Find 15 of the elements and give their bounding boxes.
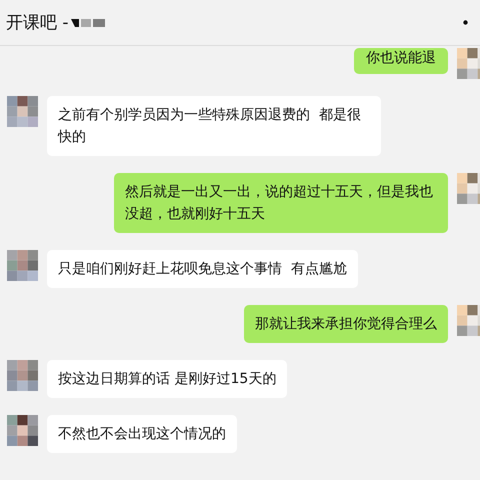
avatar-icon[interactable]: [7, 415, 38, 446]
message-bubble: 然后就是一出又一出，说的超过十五天，但是我也没超，也就刚好十五天: [114, 173, 448, 233]
blurred-name-icon: [70, 18, 105, 27]
chat-title: 开课吧 -: [6, 12, 69, 34]
message-bubble: 按这边日期算的话 是刚好过15天的: [47, 360, 288, 398]
message-bubble: 只是咱们刚好赶上花呗免息这个事情 有点尴尬: [47, 250, 358, 288]
avatar-icon[interactable]: [457, 305, 480, 336]
menu-icon[interactable]: [463, 20, 468, 25]
message-bubble: 你也说能退: [354, 48, 448, 74]
message-bubble: 之前有个别学员因为一些特殊原因退费的 都是很快的: [47, 96, 381, 156]
avatar-icon[interactable]: [457, 48, 480, 79]
avatar-icon[interactable]: [457, 173, 480, 204]
message-bubble: 不然也不会出现这个情况的: [47, 415, 237, 453]
avatar-icon[interactable]: [7, 96, 38, 127]
message-bubble: 那就让我来承担你觉得合理么: [244, 305, 448, 343]
